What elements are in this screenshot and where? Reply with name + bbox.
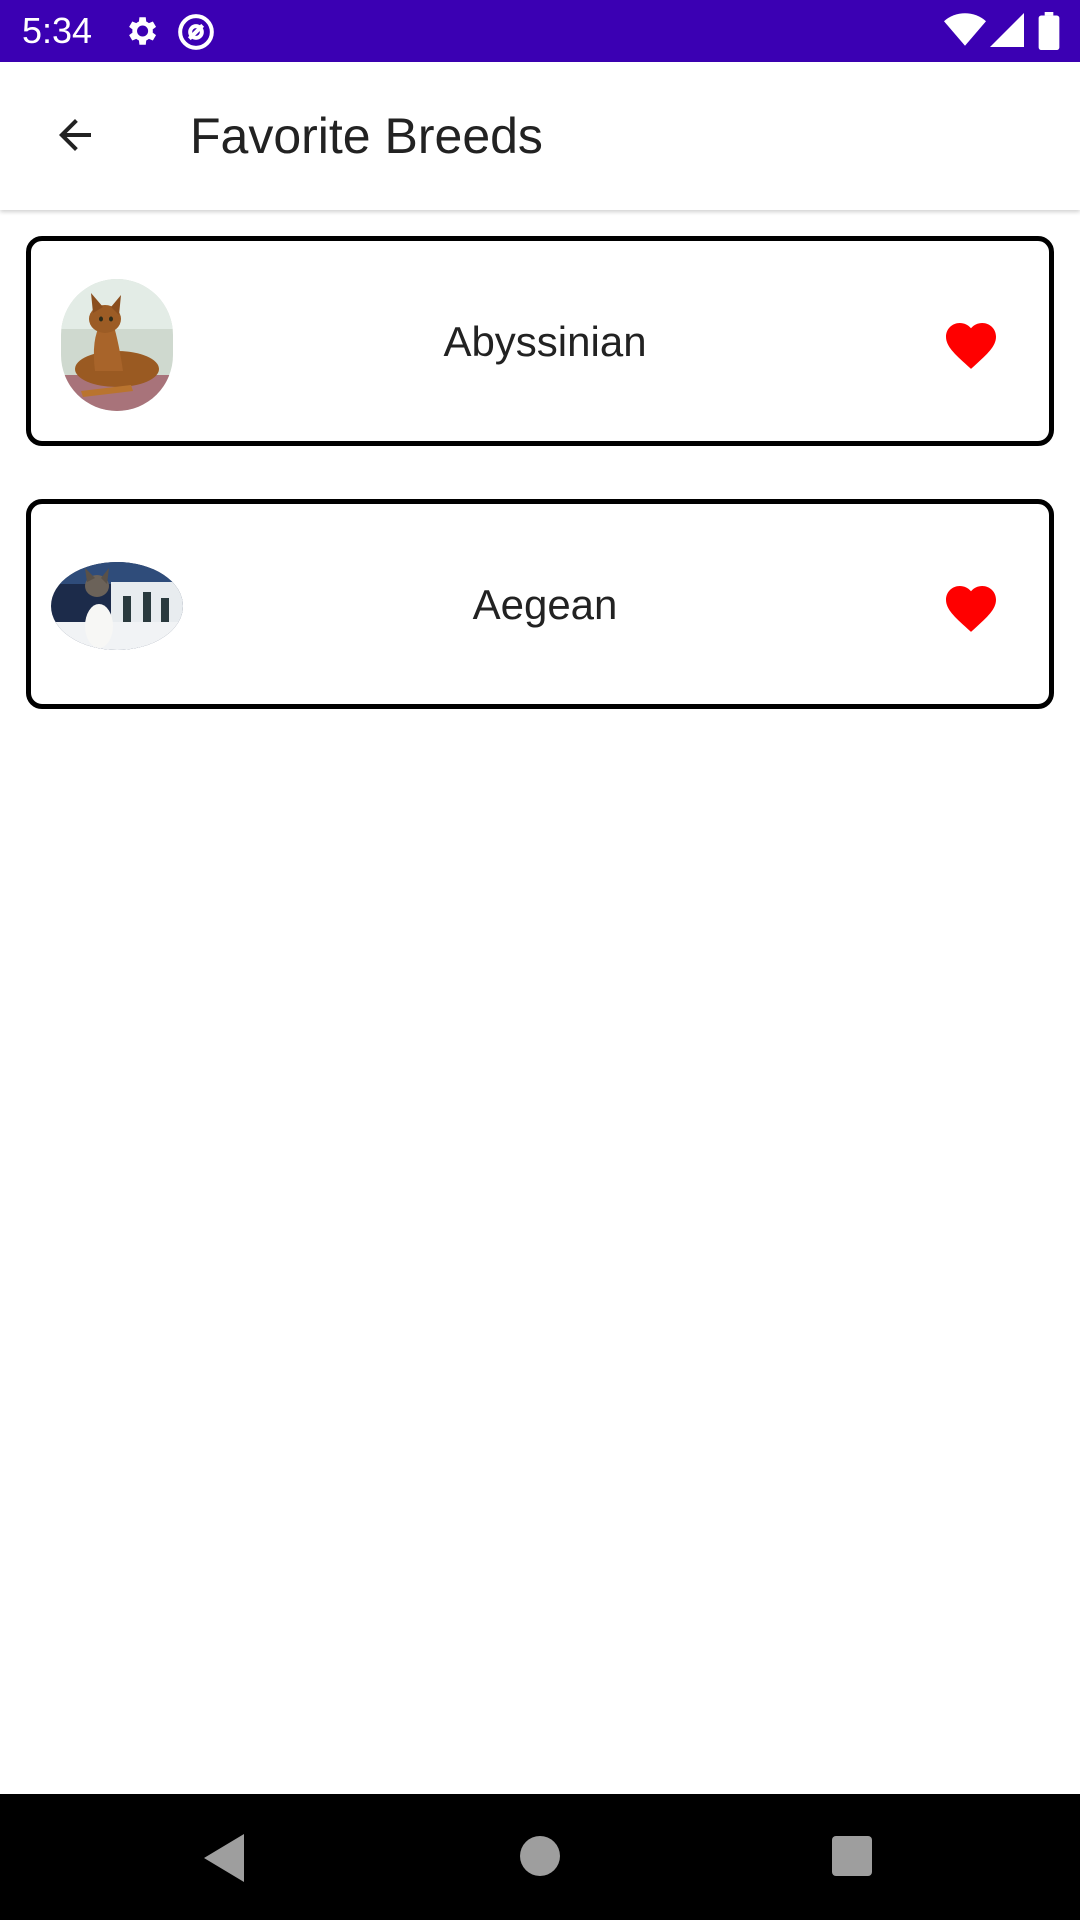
recents-square-icon[interactable] [832, 1836, 872, 1881]
back-button[interactable] [40, 102, 110, 172]
arrow-back-icon [51, 111, 99, 164]
app-bar: Favorite Breeds [0, 62, 1080, 210]
heart-icon[interactable] [941, 578, 1001, 634]
signal-icon [990, 12, 1024, 53]
status-time: 5:34 [22, 10, 93, 51]
page-title: Favorite Breeds [190, 108, 543, 164]
battery-icon [1038, 12, 1060, 55]
heart-icon[interactable] [941, 315, 1001, 371]
list-item[interactable]: Aegean [26, 499, 1054, 709]
navigation-bar [0, 1794, 1080, 1920]
breed-name: Aegean [472, 581, 618, 628]
back-triangle-icon[interactable] [204, 1834, 248, 1887]
list-item[interactable]: Abyssinian [26, 236, 1054, 446]
home-circle-icon[interactable] [520, 1836, 560, 1881]
gear-icon [122, 12, 160, 55]
at-sign-icon [176, 12, 216, 57]
wifi-icon [944, 12, 986, 53]
status-bar: 5:34 [0, 0, 1080, 62]
breed-name: Abyssinian [443, 318, 647, 365]
